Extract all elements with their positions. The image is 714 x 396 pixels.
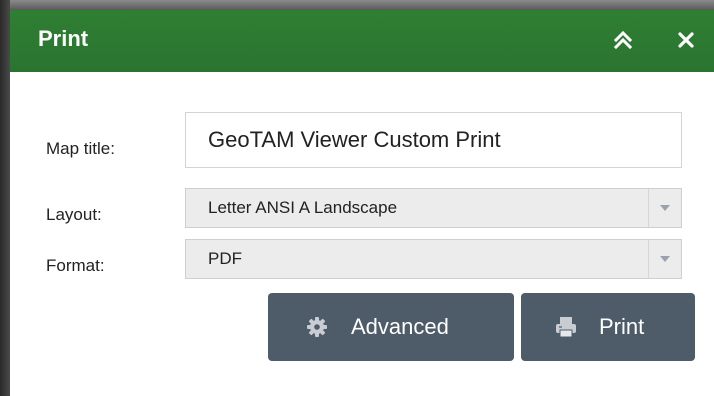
- window-frame-left: [0, 0, 10, 396]
- window-frame-top: [0, 0, 714, 10]
- format-select-value: PDF: [208, 249, 242, 268]
- format-dropdown-arrow[interactable]: [648, 240, 681, 278]
- format-label: Format:: [46, 256, 105, 275]
- advanced-button[interactable]: Advanced: [268, 293, 514, 361]
- layout-select[interactable]: Letter ANSI A Landscape: [185, 188, 682, 228]
- format-select[interactable]: PDF: [185, 239, 682, 279]
- layout-dropdown-arrow[interactable]: [648, 189, 681, 227]
- print-button[interactable]: Print: [521, 293, 695, 361]
- map-title-input[interactable]: [185, 112, 682, 168]
- panel-header: Print: [10, 10, 714, 72]
- advanced-button-label: Advanced: [351, 314, 449, 339]
- close-icon: [678, 32, 694, 48]
- panel-title: Print: [38, 26, 89, 51]
- collapse-button[interactable]: [608, 24, 638, 56]
- layout-select-value: Letter ANSI A Landscape: [208, 198, 398, 217]
- chevron-down-icon: [660, 205, 670, 211]
- gear-icon: [306, 316, 328, 338]
- chevron-down-icon: [660, 256, 670, 262]
- map-title-label: Map title:: [46, 139, 115, 158]
- close-button[interactable]: [671, 24, 701, 56]
- double-chevron-up-icon: [613, 30, 633, 50]
- layout-label: Layout:: [46, 205, 102, 224]
- print-panel: Print Map title: Layout: Letter ANSI A L…: [10, 10, 714, 396]
- print-button-label: Print: [599, 314, 645, 339]
- printer-icon: [555, 316, 577, 338]
